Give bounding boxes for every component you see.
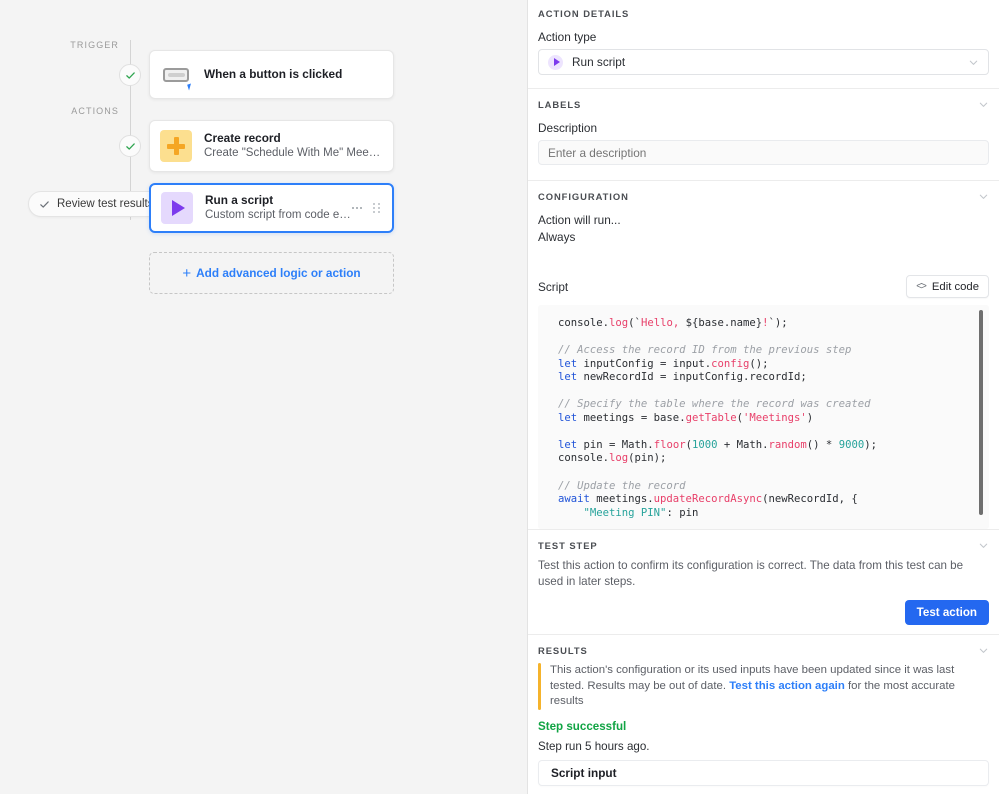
plus-icon: +: [182, 264, 192, 282]
automation-editor: TRIGGER ACTIONS Review test results When…: [0, 0, 999, 794]
script-code-viewer[interactable]: console.log(`Hello, ${base.name}!`); // …: [538, 305, 989, 529]
script-input-label: Script input: [551, 765, 617, 780]
action-will-run-value: Always: [538, 230, 576, 244]
stale-results-warning: This action's configuration or its used …: [538, 663, 989, 710]
description-input[interactable]: [538, 140, 989, 165]
code-brackets-icon: <>: [916, 281, 927, 292]
description-label: Description: [538, 121, 598, 135]
check-icon: [40, 200, 49, 208]
review-test-results-label: Review test results: [57, 198, 154, 210]
results-heading-row: RESULTS: [538, 645, 989, 656]
chevron-down-icon[interactable]: [978, 645, 989, 656]
test-action-button[interactable]: Test action: [904, 600, 989, 625]
check-icon: [125, 71, 135, 79]
chevron-down-icon: [968, 57, 979, 68]
action-details-heading-row: ACTION DETAILS: [538, 8, 989, 19]
add-advanced-logic-label: Add advanced logic or action: [196, 266, 361, 280]
section-test-step: TEST STEP Test this action to confirm it…: [528, 530, 999, 634]
test-step-actions: Test action: [538, 600, 989, 625]
more-options-icon[interactable]: [352, 207, 362, 209]
script-input-accordion[interactable]: Script input: [538, 759, 989, 786]
chevron-down-icon[interactable]: [978, 99, 989, 110]
script-header-row: Script <> Edit code: [538, 275, 989, 298]
flow-card-subtitle: Custom script from code editor: [205, 209, 352, 221]
section-results: RESULTS This action's configuration or i…: [528, 635, 999, 794]
flow-card-title: When a button is clicked: [204, 67, 343, 81]
section-action-details: ACTION DETAILS Action type Run script: [528, 0, 999, 88]
flow-card-create-record[interactable]: Create record Create "Schedule With Me" …: [149, 120, 394, 172]
edit-code-label: Edit code: [931, 280, 979, 293]
button-click-icon: [160, 59, 193, 91]
test-step-heading-row: TEST STEP: [538, 540, 989, 551]
configuration-heading-row: CONFIGURATION: [538, 191, 989, 202]
action-type-select[interactable]: Run script: [538, 49, 989, 75]
test-this-action-again-link[interactable]: Test this action again: [729, 680, 845, 692]
edit-code-button[interactable]: <> Edit code: [906, 275, 989, 298]
check-icon: [125, 142, 135, 150]
flow-card-title: Create record: [204, 131, 281, 145]
flow-card-tools: [352, 203, 382, 213]
section-labels: LABELS Description: [528, 89, 999, 180]
action-details-heading: ACTION DETAILS: [538, 8, 630, 19]
status-badge: Step successful: [538, 719, 627, 733]
play-icon: [161, 192, 193, 224]
test-step-heading: TEST STEP: [538, 540, 598, 551]
labels-heading-row: LABELS: [538, 99, 989, 110]
add-advanced-logic-or-action-button[interactable]: + Add advanced logic or action: [149, 252, 394, 294]
chevron-down-icon[interactable]: [978, 191, 989, 202]
test-step-description: Test this action to confirm its configur…: [538, 559, 964, 588]
flow-card-text: When a button is clicked: [204, 67, 383, 82]
action-will-run-label: Action will run...: [538, 213, 621, 227]
chevron-down-icon[interactable]: [978, 540, 989, 551]
action-status-check[interactable]: [119, 135, 141, 157]
section-configuration: CONFIGURATION Action will run... Always …: [528, 181, 999, 529]
configuration-heading: CONFIGURATION: [538, 191, 629, 202]
play-icon: [548, 54, 563, 70]
trigger-status-check[interactable]: [119, 64, 141, 86]
action-type-label: Action type: [538, 30, 597, 44]
warning-text: This action's configuration or its used …: [550, 663, 989, 710]
drag-handle-icon[interactable]: [373, 203, 380, 213]
flow-card-trigger[interactable]: When a button is clicked: [149, 50, 394, 99]
action-detail-panel: ACTION DETAILS Action type Run script LA…: [528, 0, 999, 794]
code-scrollbar[interactable]: [979, 310, 983, 515]
flow-card-run-a-script[interactable]: Run a script Custom script from code edi…: [149, 183, 394, 233]
action-type-value: Run script: [572, 55, 626, 69]
labels-heading: LABELS: [538, 99, 582, 110]
review-test-results-pill[interactable]: Review test results: [28, 191, 168, 217]
flow-panel: TRIGGER ACTIONS Review test results When…: [0, 0, 528, 794]
script-code-content: console.log(`Hello, ${base.name}!`); // …: [558, 317, 877, 519]
warning-accent-bar: [538, 663, 541, 710]
flow-card-text: Create record Create "Schedule With Me" …: [204, 131, 383, 161]
results-heading: RESULTS: [538, 645, 588, 656]
flow-card-title: Run a script: [205, 193, 274, 207]
step-run-time: Step run 5 hours ago.: [538, 739, 650, 753]
trigger-section-label: TRIGGER: [70, 40, 119, 50]
flow-card-subtitle: Create "Schedule With Me" Meeting R…: [204, 147, 383, 159]
script-label: Script: [538, 279, 569, 294]
actions-section-label: ACTIONS: [71, 106, 119, 116]
plus-icon: [160, 130, 192, 162]
flow-card-text: Run a script Custom script from code edi…: [205, 193, 352, 223]
